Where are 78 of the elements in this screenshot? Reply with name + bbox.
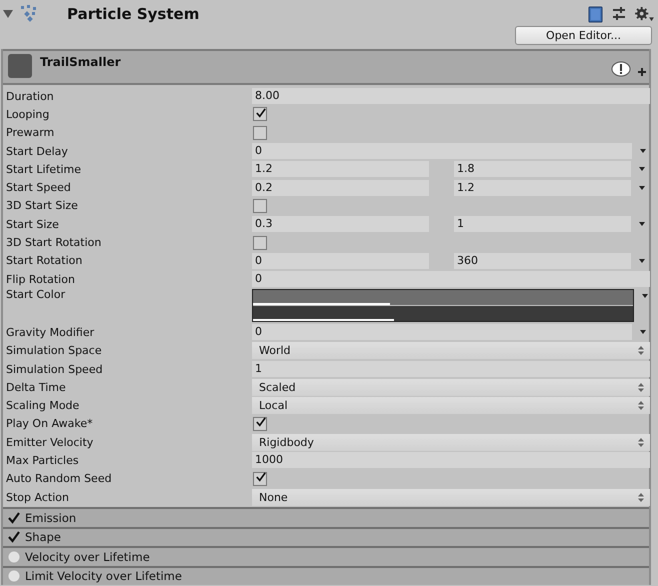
property-label: Stop Action [5, 490, 70, 504]
module-header[interactable]: Velocity over Lifetime [3, 546, 649, 566]
property-label: Start Rotation [5, 254, 84, 268]
number-field[interactable]: 0 [252, 252, 429, 269]
module-header[interactable]: Shape [3, 526, 649, 546]
number-field[interactable]: 1 [454, 216, 631, 232]
warning-icon[interactable] [611, 61, 631, 77]
property-label: Flip Rotation [5, 272, 76, 286]
property-label: Start Lifetime [5, 162, 82, 176]
updown-arrows-icon [638, 438, 644, 447]
sliders-icon[interactable] [612, 7, 626, 21]
property-label: Prewarm [5, 126, 56, 140]
particles-icon [19, 4, 39, 24]
property-label: Auto Random Seed [5, 472, 113, 486]
help-book-icon[interactable] [588, 6, 603, 22]
checkmark-icon[interactable] [8, 512, 20, 524]
number-field[interactable]: 0.3 [252, 216, 429, 232]
updown-arrows-icon [638, 346, 644, 356]
module-header[interactable]: TrailSmaller [3, 49, 649, 85]
checkmark-icon[interactable] [8, 531, 20, 544]
dropdown[interactable]: World [252, 342, 650, 360]
number-field[interactable]: 0 [252, 143, 632, 160]
number-field[interactable]: 1000 [252, 452, 650, 468]
number-field[interactable]: 8.00 [252, 88, 650, 104]
caret-icon[interactable] [640, 330, 646, 334]
dropdown[interactable]: None [252, 488, 650, 506]
property-label: Scaling Mode [5, 399, 80, 412]
material-thumbnail [8, 54, 32, 78]
plus-icon[interactable] [638, 68, 646, 76]
checkbox[interactable] [253, 107, 267, 122]
caret-icon[interactable] [642, 294, 648, 298]
checkbox[interactable] [253, 236, 267, 250]
module-header[interactable]: Limit Velocity over Lifetime [3, 566, 649, 586]
number-field[interactable]: 1.8 [454, 161, 631, 178]
property-label: 3D Start Rotation [5, 236, 102, 250]
checkbox[interactable] [253, 126, 267, 140]
gradient-bar[interactable] [253, 306, 633, 322]
property-label: Start Size [5, 218, 60, 231]
number-field[interactable]: 1.2 [454, 180, 631, 196]
caret-icon[interactable] [639, 186, 645, 190]
property-label: Emitter Velocity [5, 436, 94, 449]
property-label: Max Particles [5, 454, 80, 467]
component-title: Particle System [67, 5, 200, 23]
number-field[interactable]: 0 [252, 324, 632, 340]
property-label: Simulation Space [5, 344, 103, 358]
property-label: Start Delay [5, 144, 69, 158]
number-field[interactable]: 1.2 [252, 161, 429, 178]
property-label: Play On Awake* [5, 417, 94, 430]
dropdown[interactable]: Scaled [252, 378, 650, 396]
property-label: Duration [5, 90, 55, 103]
caret-icon[interactable] [639, 167, 645, 172]
number-field[interactable]: 360 [454, 252, 631, 269]
dropdown[interactable]: Local [252, 397, 650, 414]
number-field[interactable]: 0.2 [252, 180, 429, 196]
module-name: TrailSmaller [40, 55, 121, 69]
checkbox[interactable] [253, 416, 267, 431]
property-label: Start Color [5, 288, 66, 302]
number-field[interactable]: 0 [252, 271, 650, 288]
open-editor-button[interactable]: Open Editor... [515, 26, 652, 45]
settings-icon[interactable] [635, 6, 654, 22]
checkbox[interactable] [253, 198, 267, 213]
dropdown[interactable]: Rigidbody [252, 434, 650, 451]
property-label: Start Speed [5, 181, 72, 194]
property-label: Simulation Speed [5, 362, 104, 376]
caret-icon[interactable] [639, 222, 645, 226]
property-label: Delta Time [5, 380, 67, 394]
caret-icon[interactable] [639, 258, 645, 263]
number-field[interactable]: 1 [252, 361, 650, 377]
module-header[interactable]: Emission [3, 507, 649, 527]
checkbox[interactable] [253, 472, 267, 486]
property-label: 3D Start Size [5, 199, 79, 212]
caret-icon[interactable] [640, 149, 646, 154]
updown-arrows-icon [638, 492, 644, 502]
property-label: Gravity Modifier [5, 326, 96, 339]
property-label: Looping [5, 108, 50, 121]
updown-arrows-icon [638, 401, 644, 410]
updown-arrows-icon [638, 382, 644, 392]
foldout-arrow-icon[interactable] [3, 9, 13, 19]
